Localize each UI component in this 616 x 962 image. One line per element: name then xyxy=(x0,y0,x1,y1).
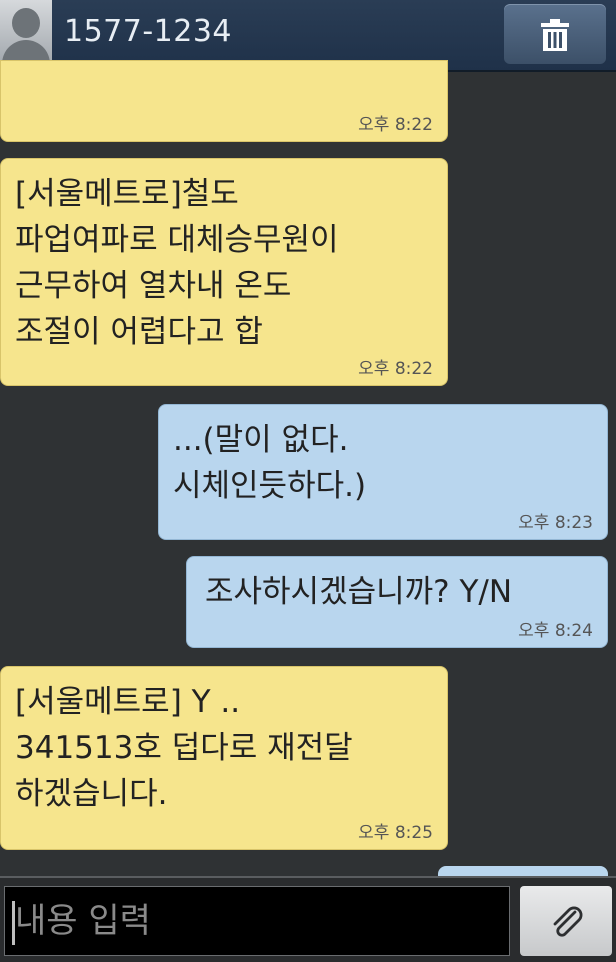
message-input[interactable]: 내용 입력 xyxy=(4,886,510,956)
text-cursor xyxy=(12,901,15,945)
message-time: 오후 8:22 xyxy=(358,115,433,135)
contact-number: 1577-1234 xyxy=(64,14,233,49)
message-text: 근무하여 열차내 온도 xyxy=(15,268,292,304)
message-text: 341513호 덥다로 재전달 xyxy=(15,730,353,766)
message-text: [서울메트로] Y .. xyxy=(15,684,241,720)
message-text: 파업여파로 대체승무원이 xyxy=(15,222,339,258)
message-text: [서울메트로]철도 xyxy=(15,176,239,212)
outgoing-message[interactable]: 조사하시겠습니까? Y/N 오후 8:24 xyxy=(186,556,608,648)
paperclip-icon xyxy=(553,906,583,937)
incoming-message[interactable]: [서울메트로] Y .. 341513호 덥다로 재전달 하겠습니다. 오후 8… xyxy=(0,666,448,850)
message-time: 오후 8:22 xyxy=(358,359,433,379)
message-text: 하겠습니다. xyxy=(15,776,168,812)
outgoing-message[interactable] xyxy=(438,866,608,876)
delete-button[interactable] xyxy=(504,4,606,64)
message-text: 시체인듯하다.) xyxy=(173,468,367,504)
person-silhouette-icon xyxy=(12,8,40,38)
message-text: ...(말이 없다. xyxy=(173,422,349,458)
message-text: 조절이 어렵다고 합 xyxy=(15,314,263,350)
message-text: 조사하시겠습니까? Y/N xyxy=(205,574,513,610)
outgoing-message[interactable]: ...(말이 없다. 시체인듯하다.) 오후 8:23 xyxy=(158,404,608,540)
message-input-placeholder: 내용 입력 xyxy=(15,901,151,941)
composer-bar: 내용 입력 xyxy=(0,876,616,962)
incoming-message[interactable]: 오후 8:22 xyxy=(0,60,448,142)
trash-icon xyxy=(541,19,569,51)
incoming-message[interactable]: [서울메트로]철도 파업여파로 대체승무원이 근무하여 열차내 온도 조절이 어… xyxy=(0,158,448,386)
message-time: 오후 8:24 xyxy=(518,621,593,641)
message-time: 오후 8:25 xyxy=(358,823,433,843)
attach-button[interactable] xyxy=(520,886,612,956)
message-time: 오후 8:23 xyxy=(518,513,593,533)
